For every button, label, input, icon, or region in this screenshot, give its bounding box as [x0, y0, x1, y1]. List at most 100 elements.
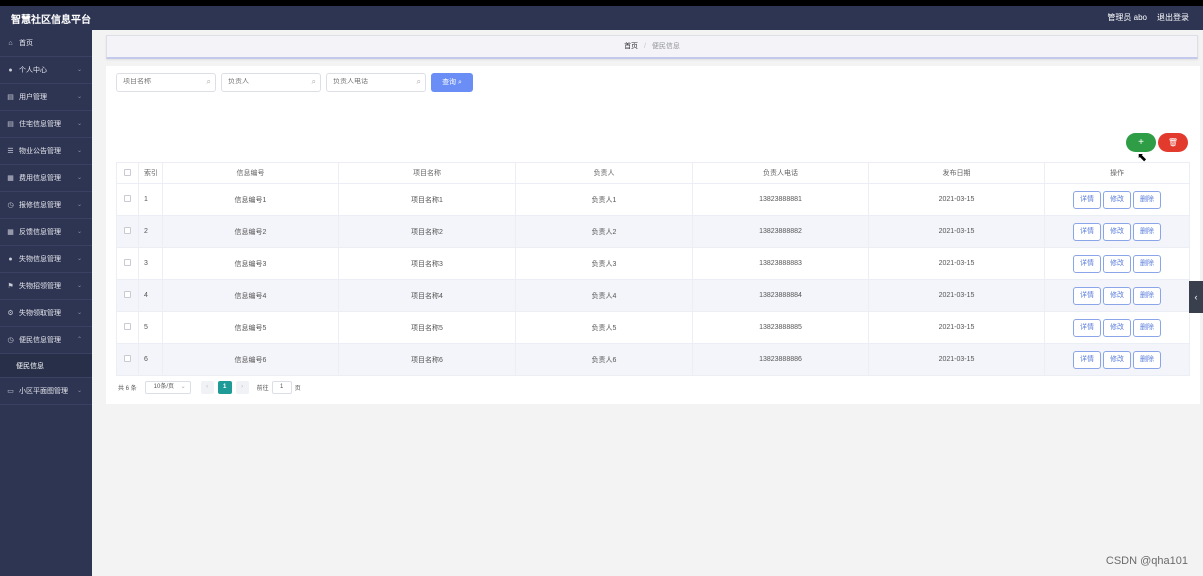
pagination: 共 6 条 10条/页 ⌄ ‹ 1 › 前往 1 页	[118, 380, 301, 394]
chevron-down-icon: ⌄	[76, 67, 82, 73]
clock-icon: ◷	[7, 336, 14, 344]
project-name-search[interactable]: ⌕	[116, 73, 216, 92]
breadcrumb-home[interactable]: 首页	[624, 43, 638, 50]
cell-date: 2021-03-15	[868, 279, 1045, 312]
cell-person: 负责人1	[515, 183, 693, 216]
row-select-cell[interactable]	[116, 215, 139, 248]
sidebar-item-label: 费用信息管理	[19, 175, 61, 182]
sidebar-item-convenience[interactable]: ◷ 便民信息管理 ⌃	[0, 327, 92, 354]
cell-index: 6	[138, 343, 163, 376]
app-title: 智慧社区信息平台	[11, 15, 91, 26]
sidebar-item-home[interactable]: ⌂ 首页	[0, 30, 92, 57]
logout-link[interactable]: 退出登录	[1157, 12, 1189, 23]
project-name-input[interactable]	[123, 78, 203, 85]
next-page-button[interactable]: ›	[235, 380, 249, 394]
user-icon: ●	[8, 66, 13, 74]
search-icon: ⌕	[458, 79, 462, 86]
row-select-cell[interactable]	[116, 279, 139, 312]
delete-button[interactable]: 删除	[1133, 222, 1161, 241]
detail-button[interactable]: 详情	[1073, 222, 1101, 241]
detail-button[interactable]: 详情	[1073, 190, 1101, 209]
detail-button[interactable]: 详情	[1073, 350, 1101, 369]
goto-page-input[interactable]: 1	[271, 380, 292, 394]
sidebar-subitem-convenience-info[interactable]: 便民信息	[0, 354, 92, 378]
sidebar-item-label: 失物招领管理	[19, 283, 61, 290]
sidebar-item-announcements[interactable]: ☰ 物业公告管理 ⌄	[0, 138, 92, 165]
cell-name: 项目名称3	[338, 247, 516, 280]
select-all-checkbox[interactable]	[124, 168, 131, 176]
query-button[interactable]: 查询 ⌕	[431, 73, 473, 92]
app-header: 智慧社区信息平台 管理员 abo 退出登录	[0, 6, 1203, 30]
cell-index: 4	[138, 279, 163, 312]
table-row: 5 信息编号5 项目名称5 负责人5 13823888885 2021-03-1…	[116, 311, 1190, 344]
sidebar-item-personal-center[interactable]: ● 个人中心 ⌄	[0, 57, 92, 84]
sidebar-item-label: 失物信息管理	[19, 256, 61, 263]
sidebar-item-residence[interactable]: ▤ 住宅信息管理 ⌄	[0, 111, 92, 138]
sidebar-item-feedback[interactable]: ▦ 反馈信息管理 ⌄	[0, 219, 92, 246]
row-select-cell[interactable]	[116, 183, 139, 216]
cell-index: 1	[138, 183, 163, 216]
detail-button[interactable]: 详情	[1073, 286, 1101, 305]
breadcrumb-separator: /	[644, 43, 646, 50]
person-input[interactable]	[228, 78, 308, 85]
edit-button[interactable]: 修改	[1103, 350, 1131, 369]
sidebar-item-lost-items[interactable]: ● 失物信息管理 ⌄	[0, 246, 92, 273]
main-content: 首页 / 便民信息 ⌕ ⌕ ⌕ 查询 ⌕ + 🗑 ⬉ 索引 信息编	[92, 30, 1203, 576]
edit-button[interactable]: 修改	[1103, 286, 1131, 305]
sidebar-item-label: 物业公告管理	[19, 148, 61, 155]
row-select-cell[interactable]	[116, 311, 139, 344]
row-checkbox[interactable]	[124, 259, 131, 266]
row-checkbox[interactable]	[124, 291, 131, 298]
delete-button[interactable]: 删除	[1133, 254, 1161, 273]
edit-button[interactable]: 修改	[1103, 254, 1131, 273]
total-count: 共 6 条	[118, 385, 137, 392]
row-checkbox[interactable]	[124, 195, 131, 202]
sidebar-item-user-management[interactable]: ▤ 用户管理 ⌄	[0, 84, 92, 111]
row-select-cell[interactable]	[116, 247, 139, 280]
current-user[interactable]: 管理员 abo	[1107, 12, 1147, 23]
delete-button[interactable]: 删除	[1133, 286, 1161, 305]
data-table: 索引 信息编号 项目名称 负责人 负责人电话 发布日期 操作 1 信息编号1 项…	[116, 162, 1190, 376]
detail-button[interactable]: 详情	[1073, 254, 1101, 273]
edit-button[interactable]: 修改	[1103, 318, 1131, 337]
grid-icon: ▦	[7, 228, 14, 236]
trash-icon: 🗑	[1167, 138, 1179, 147]
select-all-cell[interactable]	[116, 162, 139, 184]
flag-icon: ⚑	[7, 282, 14, 290]
sidebar-item-repairs[interactable]: ◷ 报修信息管理 ⌄	[0, 192, 92, 219]
user-icon: ●	[8, 255, 13, 263]
collapse-tab-button[interactable]: ‹	[1189, 281, 1203, 313]
page-number-current[interactable]: 1	[217, 380, 232, 394]
delete-button[interactable]: 删除	[1133, 318, 1161, 337]
table-header-row: 索引 信息编号 项目名称 负责人 负责人电话 发布日期 操作	[116, 162, 1190, 184]
edit-button[interactable]: 修改	[1103, 190, 1131, 209]
cell-code: 信息编号5	[162, 311, 339, 344]
home-icon: ⌂	[8, 39, 13, 47]
delete-button[interactable]: 删除	[1133, 190, 1161, 209]
cell-date: 2021-03-15	[868, 343, 1045, 376]
sidebar-item-lost-claim[interactable]: ⚙ 失物领取管理 ⌄	[0, 300, 92, 327]
chevron-down-icon: ⌄	[76, 202, 82, 208]
person-search[interactable]: ⌕	[221, 73, 321, 92]
batch-delete-button[interactable]: 🗑	[1158, 133, 1188, 152]
detail-button[interactable]: 详情	[1073, 318, 1101, 337]
row-checkbox[interactable]	[124, 355, 131, 362]
page-size-select[interactable]: 10条/页 ⌄	[144, 380, 191, 394]
sidebar-item-floor-plan[interactable]: ▭ 小区平面图管理 ⌄	[0, 378, 92, 405]
phone-search[interactable]: ⌕	[326, 73, 426, 92]
col-actions: 操作	[1044, 162, 1190, 184]
col-phone: 负责人电话	[692, 162, 869, 184]
prev-page-button[interactable]: ‹	[200, 380, 214, 394]
row-select-cell[interactable]	[116, 343, 139, 376]
content-panel: ⌕ ⌕ ⌕ 查询 ⌕ + 🗑 ⬉ 索引 信息编号 项目名称 负责人 负责	[106, 66, 1200, 404]
sidebar-item-fees[interactable]: ▦ 费用信息管理 ⌄	[0, 165, 92, 192]
cell-index: 2	[138, 215, 163, 248]
delete-button[interactable]: 删除	[1133, 350, 1161, 369]
row-checkbox[interactable]	[124, 323, 131, 330]
table-row: 4 信息编号4 项目名称4 负责人4 13823888884 2021-03-1…	[116, 279, 1190, 312]
row-checkbox[interactable]	[124, 227, 131, 234]
sidebar-item-lost-found[interactable]: ⚑ 失物招领管理 ⌄	[0, 273, 92, 300]
edit-button[interactable]: 修改	[1103, 222, 1131, 241]
list-icon: ▤	[7, 93, 14, 101]
phone-input[interactable]	[333, 78, 413, 85]
